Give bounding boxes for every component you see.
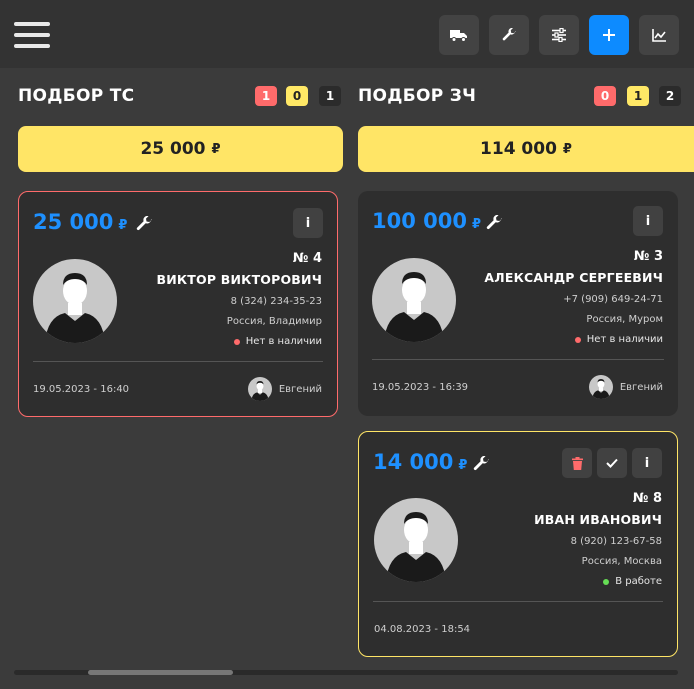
- count-badge-red: 0: [594, 86, 616, 106]
- card-date: 19.05.2023 - 16:40: [33, 384, 130, 395]
- client-info: № 8 ИВАН ИВАНОВИЧ 8 (920) 123-67-58 Росс…: [534, 491, 662, 587]
- count-badge-dark: 2: [659, 86, 681, 106]
- column-title: ПОДБОР ЗЧ: [358, 86, 477, 106]
- statistics-button[interactable]: [639, 15, 679, 55]
- delete-button[interactable]: [562, 448, 592, 478]
- assigned-user: Евгений: [588, 375, 663, 399]
- client-info: № 3 АЛЕКСАНДР СЕРГЕЕВИЧ +7 (909) 649-24-…: [484, 249, 663, 345]
- info-button[interactable]: i: [293, 208, 323, 238]
- wrench-icon: [486, 215, 502, 230]
- status: В работе: [534, 576, 662, 587]
- total-amount: 25 000: [140, 139, 206, 159]
- card-date: 04.08.2023 - 18:54: [374, 624, 471, 635]
- client-name: АЛЕКСАНДР СЕРГЕЕВИЧ: [484, 270, 663, 285]
- status-dot: [574, 336, 581, 343]
- info-button[interactable]: i: [633, 206, 663, 236]
- deal-number: № 3: [633, 249, 663, 264]
- person-icon: [592, 379, 610, 399]
- avatar: [588, 375, 613, 399]
- count-badge-red: 1: [255, 86, 277, 106]
- wrench-icon: [473, 456, 489, 471]
- currency-symbol: ₽: [471, 217, 482, 232]
- person-icon: [384, 272, 444, 342]
- avatar: [372, 258, 456, 342]
- filters-button[interactable]: [539, 15, 579, 55]
- count-badge-yellow: 0: [286, 86, 308, 106]
- chart-icon: [652, 28, 666, 42]
- client-name: ИВАН ИВАНОВИЧ: [534, 512, 662, 527]
- deal-number: № 8: [632, 491, 662, 506]
- card-price: 14 000 ₽: [373, 450, 467, 474]
- avatar: [33, 259, 117, 343]
- client-phone: 8 (324) 234-35-23: [230, 296, 322, 307]
- card-date: 19.05.2023 - 16:39: [372, 382, 469, 393]
- hamburger-menu-icon[interactable]: [14, 22, 50, 48]
- price-amount: 100 000: [372, 209, 467, 233]
- truck-icon: [450, 30, 467, 42]
- status-dot: [233, 338, 240, 345]
- price-amount: 25 000: [33, 210, 114, 234]
- avatar: [374, 498, 458, 582]
- deal-card[interactable]: 25 000 ₽ i № 4 ВИКТОР ВИКТОРОВИЧ 8 (324)…: [18, 191, 338, 417]
- currency-symbol: ₽: [562, 141, 572, 157]
- currency-symbol: ₽: [458, 458, 468, 473]
- client-phone: 8 (920) 123-67-58: [570, 536, 662, 547]
- divider: [372, 359, 664, 360]
- card-price: 25 000 ₽: [33, 210, 127, 234]
- plus-icon: [603, 29, 615, 41]
- client-info: № 4 ВИКТОР ВИКТОРОВИЧ 8 (324) 234-35-23 …: [156, 251, 322, 347]
- approve-button[interactable]: [597, 448, 627, 478]
- user-name: Евгений: [278, 383, 322, 395]
- avatar: [247, 377, 272, 401]
- count-badge-yellow: 1: [627, 86, 649, 106]
- scrollbar-thumb[interactable]: [88, 670, 233, 675]
- divider: [33, 361, 323, 362]
- delivery-button[interactable]: [439, 15, 479, 55]
- top-bar: [0, 0, 694, 68]
- currency-symbol: ₽: [211, 141, 221, 157]
- status-label: Нет в наличии: [586, 334, 663, 345]
- total-amount: 114 000: [480, 139, 557, 159]
- column-total: 114 000 ₽: [358, 126, 694, 172]
- client-phone: +7 (909) 649-24-71: [563, 294, 663, 305]
- person-icon: [45, 273, 105, 343]
- status: Нет в наличии: [156, 336, 322, 347]
- divider: [373, 601, 663, 602]
- check-icon: [606, 458, 618, 468]
- deal-card[interactable]: 14 000 ₽ i № 8 ИВАН ИВАНОВИЧ 8 (920) 123…: [358, 431, 678, 657]
- wrench-icon: [502, 28, 516, 41]
- status-label: Нет в наличии: [245, 336, 322, 347]
- client-location: Россия, Муром: [586, 314, 663, 325]
- user-name: Евгений: [619, 381, 663, 393]
- info-button[interactable]: i: [632, 448, 662, 478]
- client-location: Россия, Москва: [581, 556, 662, 567]
- count-badge-dark: 1: [319, 86, 341, 106]
- status-dot: [603, 578, 610, 585]
- add-button[interactable]: [589, 15, 629, 55]
- tools-button[interactable]: [489, 15, 529, 55]
- sliders-icon: [552, 28, 566, 42]
- column-total: 25 000 ₽: [18, 126, 343, 172]
- status-label: В работе: [615, 576, 662, 587]
- currency-symbol: ₽: [118, 218, 128, 233]
- status: Нет в наличии: [484, 334, 663, 345]
- client-name: ВИКТОР ВИКТОРОВИЧ: [156, 272, 322, 287]
- assigned-user: Евгений: [247, 377, 322, 401]
- column-title: ПОДБОР ТС: [18, 86, 135, 106]
- person-icon: [251, 381, 269, 401]
- wrench-icon: [136, 216, 152, 231]
- deal-number: № 4: [292, 251, 322, 266]
- client-location: Россия, Владимир: [226, 316, 322, 327]
- card-price: 100 000 ₽: [372, 209, 481, 233]
- price-amount: 14 000: [373, 450, 454, 474]
- deal-card[interactable]: 100 000 ₽ i № 3 АЛЕКСАНДР СЕРГЕЕВИЧ +7 (…: [358, 191, 678, 416]
- person-icon: [386, 512, 446, 582]
- trash-icon: [571, 456, 583, 470]
